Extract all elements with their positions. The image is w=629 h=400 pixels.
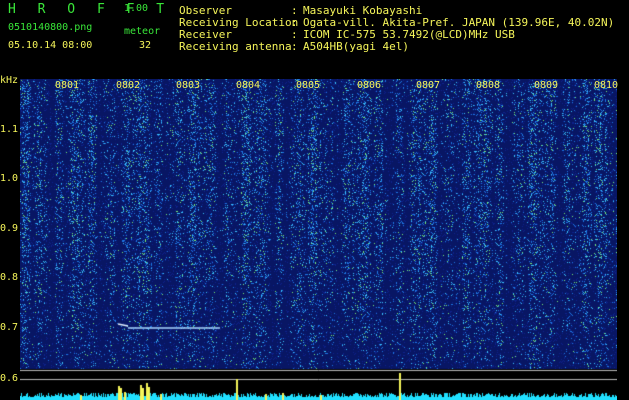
time-tick-label: 0808 [476,80,501,91]
frequency-unit-label: kHz [0,75,19,86]
meteor-label: meteor [124,26,161,37]
receiver-value: ICOM IC-575 53.7492(@LCD)MHz USB [303,28,515,41]
meteor-count: 32 [139,40,152,51]
info-colon: : [291,16,298,29]
time-tick-label: 0807 [416,80,441,91]
observer-label: Observer [179,4,232,17]
spectrogram [20,79,617,400]
time-tick-label: 0802 [116,80,141,91]
time-tick-label: 0801 [55,80,80,91]
time-tick-label: 0805 [296,80,321,91]
info-colon: : [291,40,298,53]
y-tick-label: 0.9 [0,223,19,234]
y-tick-label: 0.7 [0,322,19,333]
time-tick-label: 0809 [534,80,559,91]
version-label: 1.00 [124,3,149,14]
info-colon: : [291,4,298,17]
location-label: Receiving Location [179,16,299,29]
time-tick-label: 0803 [176,80,201,91]
receiver-label: Receiver [179,28,232,41]
observer-value: Masayuki Kobayashi [303,4,423,17]
location-value: Ogata-vill. Akita-Pref. JAPAN (139.96E, … [303,16,615,29]
time-tick-label: 0810 [594,80,619,91]
antenna-label: Receiving antenna [179,40,292,53]
time-tick-label: 0804 [236,80,261,91]
info-colon: : [291,28,298,41]
y-tick-label: 1.0 [0,173,19,184]
y-tick-label: 0.6 [0,373,19,384]
filename-label: 0510140800.png [8,22,93,33]
y-tick-label: 0.8 [0,272,19,283]
antenna-value: A504HB(yagi 4el) [303,40,409,53]
y-tick-label: 1.1 [0,124,19,135]
time-tick-label: 0806 [357,80,382,91]
datetime-label: 05.10.14 08:00 [8,40,93,51]
